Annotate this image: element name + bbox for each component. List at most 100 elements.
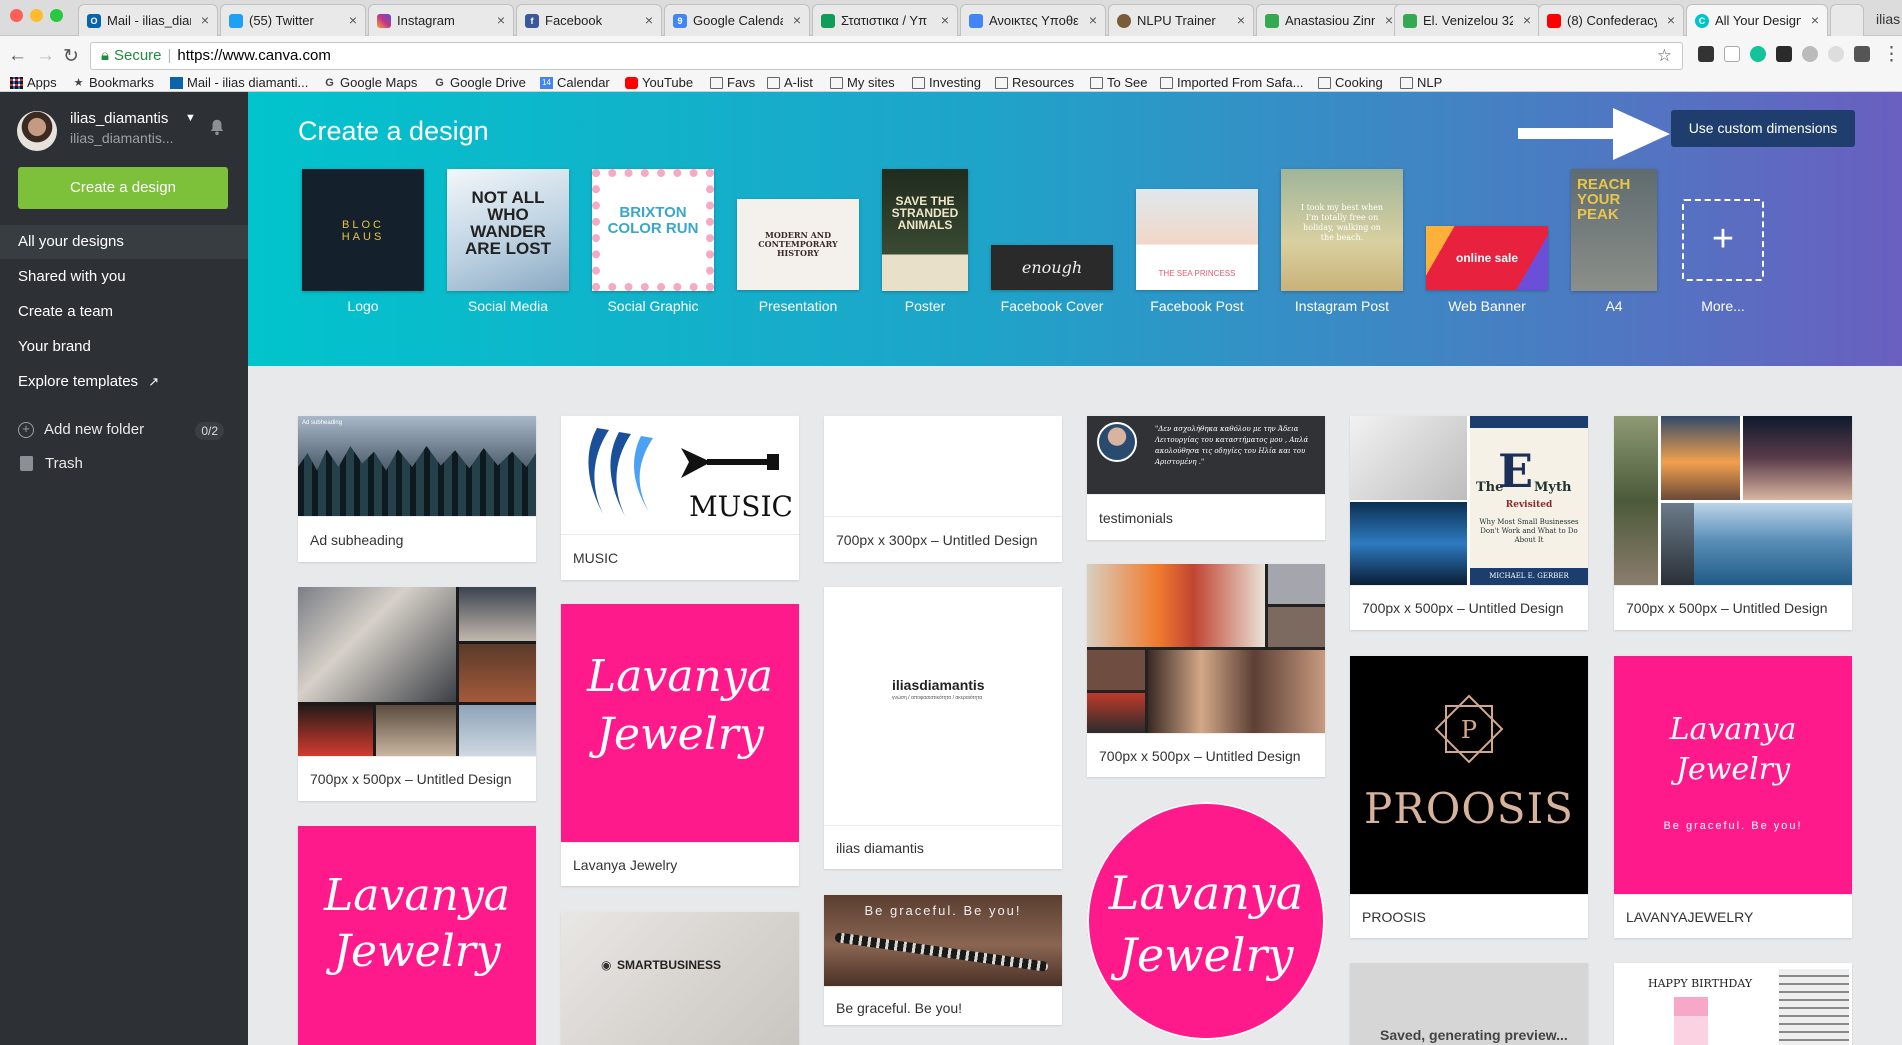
browser-tab[interactable]: Instagram × [368,4,514,36]
design-card[interactable]: Lavanya Jewelry [298,826,536,1045]
forward-icon[interactable]: → [36,45,55,67]
browser-tab[interactable]: Anastasiou Zinn × [1256,4,1402,36]
template-logo[interactable]: BLOC HAUS Logo [302,169,424,319]
bookmark-item[interactable]: G Google Drive [433,74,526,91]
browser-tab[interactable]: El. Venizelou 32 × [1394,4,1540,36]
template-instagram-post[interactable]: I took my best when I'm totally free on … [1281,169,1403,319]
bookmark-item[interactable]: ★ Bookmarks [72,74,154,91]
bookmark-item[interactable]: Favs [710,74,755,91]
bookmark-item[interactable]: Cooking [1318,74,1383,91]
create-design-button[interactable]: Create a design [18,167,228,209]
bookmark-item[interactable]: 14 Calendar [540,74,610,91]
design-card[interactable]: 700px x 500px – Untitled Design [1614,416,1852,630]
template-facebook-cover[interactable]: enough Facebook Cover [991,169,1113,319]
design-card[interactable]: Saved, generating preview... [1350,963,1588,1045]
sidebar-item-create-team[interactable]: Create a team [0,295,248,329]
template-a4[interactable]: REACH YOUR PEAK A4 [1571,169,1657,319]
close-tab-icon[interactable]: × [1237,12,1245,28]
design-card[interactable]: P PROOSIS PROOSIS [1350,656,1588,938]
browser-tab[interactable]: (8) Confederacy × [1538,4,1684,36]
design-card[interactable]: ◉ SMARTBUSINESS [561,912,799,1045]
bookmark-item[interactable]: Mail - ilias diamanti... [170,74,308,91]
close-tab-icon[interactable]: × [201,12,209,28]
design-card[interactable]: The E Myth Revisited Why Most Small Busi… [1350,416,1588,630]
close-tab-icon[interactable]: × [497,12,505,28]
close-window-icon[interactable] [10,9,23,22]
close-tab-icon[interactable]: × [1385,12,1393,28]
template-presentation[interactable]: MODERN AND CONTEMPORARY HISTORY Presenta… [737,169,859,319]
design-card[interactable]: 700px x 500px – Untitled Design [1087,564,1325,777]
design-card[interactable]: 700px x 500px – Untitled Design [298,587,536,801]
avatar[interactable] [17,111,57,151]
browser-tab[interactable]: Ανοικτες Υποθεσ × [960,4,1106,36]
bookmark-item[interactable]: A-list [767,74,813,91]
bookmark-item[interactable]: To See [1090,74,1147,91]
back-icon[interactable]: ← [8,45,27,67]
trash-button[interactable]: Trash [18,455,83,472]
bookmark-item[interactable]: NLP [1400,74,1442,91]
close-tab-icon[interactable]: × [645,12,653,28]
browser-tab-active[interactable]: C All Your Designs × [1686,4,1828,36]
bookmark-item[interactable]: Investing [912,74,981,91]
notes-extension-icon[interactable] [1776,46,1792,62]
sidebar-item-shared[interactable]: Shared with you [0,260,248,294]
reload-icon[interactable]: ↻ [63,45,79,68]
custom-dimensions-button[interactable]: Use custom dimensions [1671,110,1855,147]
bookmark-item[interactable]: YouTube [625,74,693,91]
minimize-window-icon[interactable] [30,9,43,22]
chrome-menu-icon[interactable]: ⋮ [1882,43,1901,66]
browser-tab[interactable]: Στατιστικα / Υπ × [812,4,958,36]
sidebar-item-all-designs[interactable]: All your designs [0,225,248,259]
bookmark-item[interactable]: My sites [830,74,895,91]
bell-icon[interactable] [208,118,226,136]
buffer-extension-icon[interactable] [1698,46,1714,62]
close-tab-icon[interactable]: × [1667,12,1675,28]
design-card[interactable]: HAPPY BIRTHDAY [1614,963,1852,1045]
browser-tab[interactable]: f Facebook × [516,4,662,36]
browser-tab[interactable]: 9 Google Calenda × [664,4,810,36]
design-title: MUSIC [573,550,619,566]
display-extension-icon[interactable] [1854,46,1870,62]
bookmark-star-icon[interactable]: ☆ [1657,43,1672,69]
bookmark-item[interactable]: G Google Maps [323,74,417,91]
profile-name[interactable]: ilias [1842,6,1902,32]
design-card[interactable]: iliasdiamantis γνώση / αποφασιστικότητα … [824,587,1062,869]
template-poster[interactable]: SAVE THE STRANDED ANIMALS Poster [882,169,968,319]
user-name[interactable]: ilias_diamantis [70,110,168,127]
close-tab-icon[interactable]: × [1089,12,1097,28]
design-card[interactable]: Lavanya Jewelry Be graceful. Be you! LAV… [1614,656,1852,938]
template-social-media[interactable]: NOT ALL WHO WANDER ARE LOST Social Media [447,169,569,319]
design-card[interactable]: Ad subheading Ad subheading [298,416,536,562]
template-social-graphic[interactable]: BRIXTON COLOR RUN Social Graphic [592,169,714,319]
template-facebook-post[interactable]: THE SEA PRINCESS Facebook Post [1136,169,1258,319]
template-web-banner[interactable]: online sale Web Banner [1426,169,1548,319]
design-card[interactable]: Lavanya Jewelry [1087,802,1325,1045]
bookmark-item[interactable]: Imported From Safa... [1160,74,1303,91]
sidebar-item-brand[interactable]: Your brand [0,330,248,364]
bookmark-item[interactable]: Apps [10,74,57,91]
bookmark-label: Bookmarks [89,75,155,90]
design-card[interactable]: Be graceful. Be you! Be graceful. Be you… [824,895,1062,1025]
template-more[interactable]: + More... [1680,169,1766,319]
settings-extension-icon[interactable] [1802,46,1818,62]
bookmark-item[interactable]: Resources [995,74,1074,91]
close-tab-icon[interactable]: × [941,12,949,28]
design-card[interactable]: 700px x 300px – Untitled Design [824,416,1062,562]
close-tab-icon[interactable]: × [1523,12,1531,28]
browser-tab[interactable]: NLPU Trainer × [1108,4,1254,36]
cloud-extension-icon[interactable] [1828,46,1844,62]
browser-tab[interactable]: (55) Twitter × [220,4,366,36]
browser-tab[interactable]: O Mail - ilias_diam × [78,4,218,36]
design-card[interactable]: Lavanya Jewelry Lavanya Jewelry [561,604,799,886]
chevron-down-icon[interactable]: ▼ [185,112,196,124]
url-input[interactable]: 🔒︎ Secure | https://www.canva.com ☆ [90,42,1683,70]
close-tab-icon[interactable]: × [793,12,801,28]
design-card[interactable]: MUSIC MUSIC [561,416,799,580]
sidebar-item-explore-templates[interactable]: Explore templates ↗ [0,365,248,399]
grammarly-extension-icon[interactable] [1750,46,1766,62]
evernote-extension-icon[interactable] [1724,46,1740,62]
close-tab-icon[interactable]: × [1811,12,1819,28]
design-card[interactable]: "Δεν ασχολήθηκα καθόλου με την Άδεια Λει… [1087,416,1325,540]
close-tab-icon[interactable]: × [349,12,357,28]
maximize-window-icon[interactable] [50,9,63,22]
